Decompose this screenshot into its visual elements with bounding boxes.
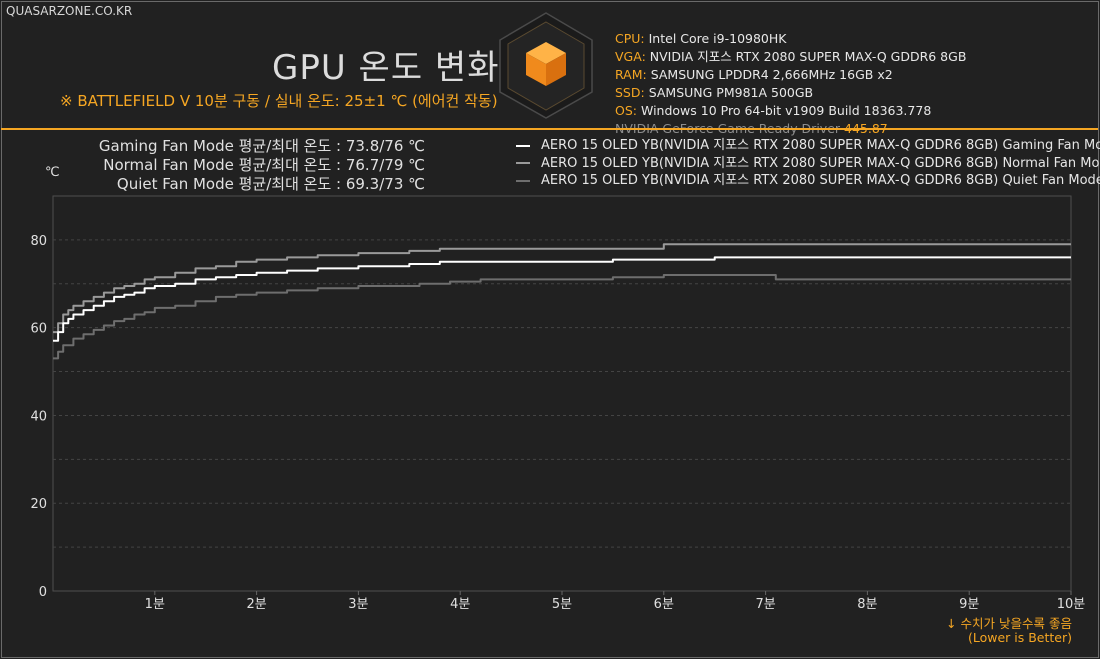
x-tick-label: 6분 xyxy=(654,597,674,612)
series-line-quiet xyxy=(53,274,1071,360)
plot-area xyxy=(52,195,1072,592)
temperature-chart: 0 20 40 60 80 1분 2분 3분 4분 5분 6분 7분 8분 9분 10분 xyxy=(30,195,1086,612)
series-line-gaming xyxy=(53,256,1071,342)
y-tick-label: 60 xyxy=(30,322,47,337)
lower-is-better-note: ↓ 수치가 낮을수록 좋음 (Lower is Better) xyxy=(946,616,1072,645)
x-tick-label: 3분 xyxy=(348,597,368,612)
x-tick-label: 1분 xyxy=(145,597,165,612)
x-tick-label: 8분 xyxy=(857,597,877,612)
y-tick-label: 20 xyxy=(30,497,47,512)
x-tick-label: 9분 xyxy=(959,597,979,612)
x-tick-label: 4분 xyxy=(450,597,470,612)
y-tick-label: 80 xyxy=(30,234,47,249)
x-tick-label: 7분 xyxy=(755,597,775,612)
x-tick-label: 5분 xyxy=(552,597,572,612)
x-tick-label: 10분 xyxy=(1057,597,1086,612)
y-tick-label: 40 xyxy=(30,409,47,424)
y-tick-label: 0 xyxy=(39,585,47,600)
x-tick-label: 2분 xyxy=(246,597,266,612)
